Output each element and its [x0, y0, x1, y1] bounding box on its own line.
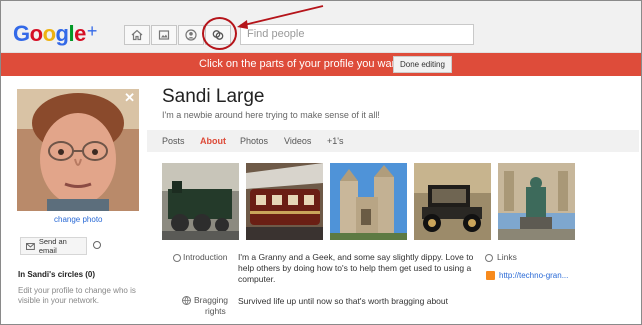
circles-hint[interactable]: Edit your profile to change who is visib…: [18, 286, 143, 306]
links-label: Links: [497, 252, 517, 262]
send-email-label: Send an email: [38, 237, 67, 255]
photo-thumbnail[interactable]: [246, 163, 323, 240]
bragging-label-line2: rights: [205, 306, 226, 316]
photos-icon: [158, 30, 170, 40]
profile-photo[interactable]: ✕: [17, 89, 139, 211]
photo-thumbnail[interactable]: [414, 163, 491, 240]
home-icon: [131, 29, 143, 41]
profile-name[interactable]: Sandi Large: [162, 86, 264, 108]
introduction-label: Introduction: [183, 252, 228, 262]
photos-button[interactable]: [151, 25, 177, 45]
profile-link[interactable]: http://techno-gran...: [499, 271, 568, 280]
cathedral-photo: [330, 163, 407, 240]
photo-thumbnail[interactable]: [498, 163, 575, 240]
visibility-circle-icon[interactable]: [173, 254, 181, 262]
photo-thumbnail[interactable]: [330, 163, 407, 240]
profile-tabs: Posts About Photos Videos +1's: [147, 130, 639, 152]
profile-photo-image: [17, 89, 139, 211]
send-email-button[interactable]: Send an email: [20, 237, 87, 255]
close-icon[interactable]: ✕: [124, 90, 135, 106]
tab-posts[interactable]: Posts: [162, 136, 185, 146]
done-editing-button[interactable]: Done editing: [393, 56, 452, 73]
profile-icon: [185, 29, 197, 41]
tab-plus-ones[interactable]: +1's: [327, 136, 343, 146]
locomotive-photo: [162, 163, 239, 240]
profile-button[interactable]: [178, 25, 204, 45]
mail-icon: [26, 242, 35, 250]
circles-heading: In Sandi's circles (0): [18, 270, 96, 279]
photo-thumbnail[interactable]: [162, 163, 239, 240]
change-photo-link[interactable]: change photo: [54, 215, 103, 224]
home-button[interactable]: [124, 25, 150, 45]
edit-banner: Click on the parts of your profile you w…: [1, 53, 641, 76]
browser-frame: Google+ Find people Click on the parts o…: [0, 0, 642, 325]
profile-tagline[interactable]: I'm a newbie around here trying to make …: [162, 110, 380, 120]
tab-about[interactable]: About: [200, 136, 226, 146]
tab-photos[interactable]: Photos: [240, 136, 268, 146]
google-plus-logo[interactable]: Google+: [13, 21, 97, 47]
annotation-circle: [202, 17, 237, 50]
search-input[interactable]: Find people: [240, 24, 474, 45]
visibility-toggle-icon[interactable]: [93, 241, 101, 249]
statue-photo: [498, 163, 575, 240]
globe-icon[interactable]: [182, 296, 191, 305]
blogger-icon: [486, 271, 495, 280]
bragging-label-line1: Bragging: [194, 295, 229, 305]
visibility-circle-icon[interactable]: [485, 254, 493, 262]
train-carriage-photo: [246, 163, 323, 240]
top-bar: Google+ Find people: [1, 1, 641, 53]
introduction-text[interactable]: I'm a Granny and a Geek, and some say sl…: [238, 252, 474, 285]
bragging-text[interactable]: Survived life up until now so that's wor…: [238, 296, 448, 307]
tab-videos[interactable]: Videos: [284, 136, 311, 146]
vintage-car-photo: [414, 163, 491, 240]
